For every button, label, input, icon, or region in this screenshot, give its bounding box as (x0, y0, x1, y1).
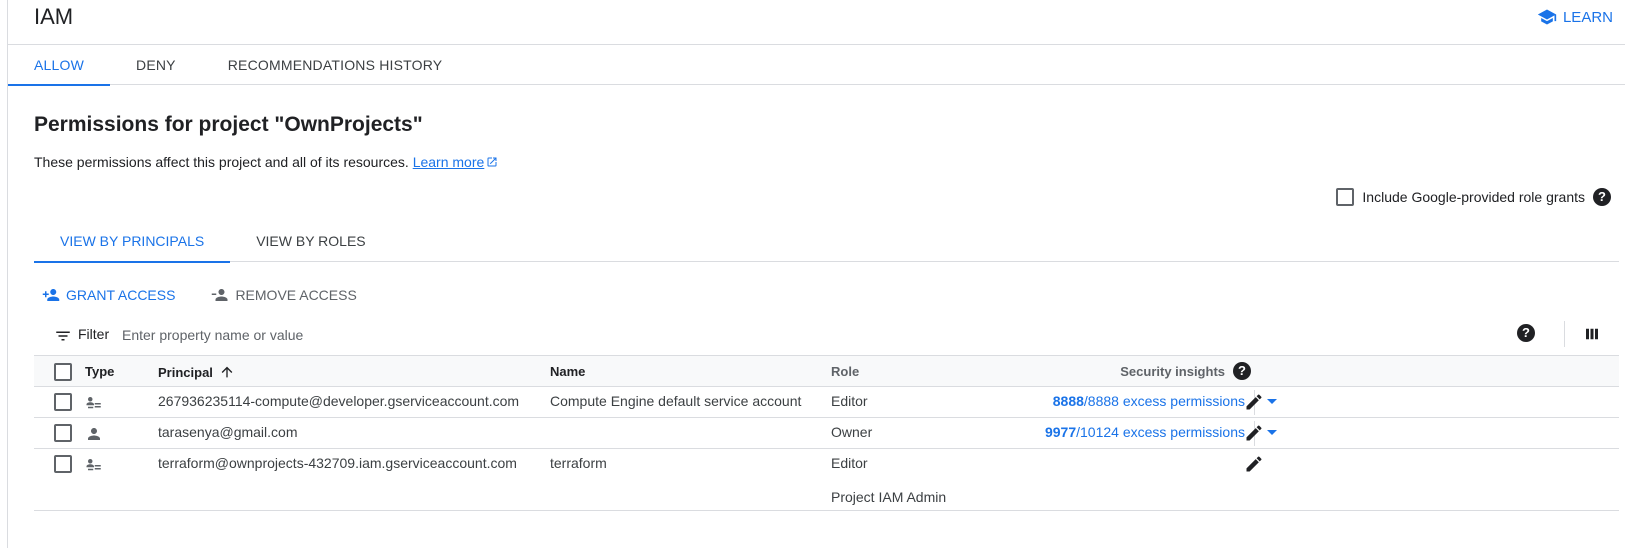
description-text: These permissions affect this project an… (34, 154, 409, 170)
person-remove-icon (212, 289, 228, 301)
open-in-new-icon (487, 157, 497, 167)
top-tabs: ALLOW DENY RECOMMENDATIONS HISTORY (8, 45, 1625, 86)
excess-permissions-link[interactable]: 9977/10124 excess permissions (1045, 424, 1245, 440)
column-display-icon[interactable] (1583, 325, 1601, 343)
learn-more-link[interactable]: Learn more (413, 154, 485, 170)
iam-page: IAM LEARN ALLOW DENY RECOMMENDATIONS HIS… (0, 0, 1625, 548)
remove-access-button[interactable]: REMOVE ACCESS (211, 286, 357, 304)
header-role: Role (831, 364, 860, 379)
principal-name: terraform (550, 455, 607, 471)
page-title: Permissions for project "OwnProjects" (34, 113, 423, 136)
learn-button[interactable]: LEARN (1537, 7, 1613, 27)
page-description: These permissions affect this project an… (34, 154, 498, 170)
left-rail (0, 0, 8, 548)
person-add-icon (42, 289, 60, 301)
tab-view-by-roles[interactable]: VIEW BY ROLES (230, 222, 391, 262)
service-account-icon (86, 459, 101, 471)
caret-down-icon[interactable] (1267, 399, 1277, 404)
principal-email: terraform@ownprojects-432709.iam.gservic… (158, 455, 517, 471)
header-principal-label: Principal (158, 365, 213, 380)
grant-access-button[interactable]: GRANT ACCESS (42, 286, 175, 304)
excess-count: 8888 (1052, 393, 1084, 409)
principal-role: Editor (831, 455, 868, 471)
filter-divider (1564, 321, 1565, 347)
row-checkbox[interactable] (54, 424, 72, 442)
tab-view-by-principals[interactable]: VIEW BY PRINCIPALS (34, 222, 231, 263)
actions-bar: GRANT ACCESS REMOVE ACCESS (42, 286, 357, 304)
filter-icon (56, 331, 70, 341)
table-row: 267936235114-compute@developer.gservicea… (34, 387, 1619, 418)
tab-recommendations-history[interactable]: RECOMMENDATIONS HISTORY (202, 45, 469, 85)
excess-count: 9977 (1044, 424, 1077, 440)
principal-email: 267936235114-compute@developer.gservicea… (158, 393, 520, 409)
row-checkbox[interactable] (54, 393, 72, 411)
edit-icon[interactable] (1244, 392, 1264, 412)
arrow-up-icon (221, 366, 233, 378)
learn-label: LEARN (1562, 8, 1613, 26)
tab-deny[interactable]: DENY (110, 45, 202, 85)
header-principal[interactable]: Principal (158, 364, 235, 380)
filter-input[interactable] (120, 321, 720, 349)
principal-role: Owner (831, 424, 873, 440)
page-header-title: IAM (34, 4, 74, 29)
edit-icon[interactable] (1244, 454, 1264, 474)
service-account-icon (86, 397, 101, 409)
security-help-icon[interactable]: ? (1233, 362, 1251, 380)
tab-allow[interactable]: ALLOW (8, 45, 111, 86)
select-all-checkbox[interactable] (54, 363, 72, 381)
header: IAM LEARN (8, 0, 1625, 45)
help-icon[interactable]: ? (1593, 188, 1611, 206)
excess-permissions-link[interactable]: 8888/8888 excess permissions (1053, 393, 1245, 409)
excess-rest: /10124 excess permissions (1076, 424, 1245, 440)
table-row: tarasenya@gmail.com Owner 9977/10124 exc… (34, 418, 1619, 449)
sub-tabs: VIEW BY PRINCIPALS VIEW BY ROLES (34, 222, 1619, 263)
table-header: Type Principal Name Role Security insigh… (34, 355, 1619, 387)
edit-icon[interactable] (1244, 423, 1264, 443)
principal-name: Compute Engine default service account (550, 393, 802, 409)
include-google-grants-label: Include Google-provided role grants (1362, 189, 1585, 205)
caret-down-icon[interactable] (1267, 430, 1277, 435)
filter-bar: Filter ? (34, 319, 1619, 355)
remove-access-label: REMOVE ACCESS (235, 287, 357, 303)
principal-email: tarasenya@gmail.com (158, 424, 298, 440)
excess-rest: /8888 excess permissions (1083, 393, 1245, 409)
table-row: terraform@ownprojects-432709.iam.gservic… (34, 449, 1619, 511)
principal-role-secondary: Project IAM Admin (831, 489, 947, 505)
filter-help-icon[interactable]: ? (1517, 324, 1535, 342)
header-security-insights: Security insights ? (1120, 362, 1251, 380)
header-security-label: Security insights (1120, 363, 1225, 379)
include-google-grants-checkbox[interactable] (1336, 188, 1355, 206)
row-checkbox[interactable] (54, 455, 72, 473)
grant-access-label: GRANT ACCESS (66, 287, 176, 303)
include-google-grants: Include Google-provided role grants ? (1336, 188, 1611, 206)
principal-role: Editor (831, 393, 868, 409)
person-icon (88, 428, 100, 440)
header-type: Type (85, 364, 115, 379)
header-name: Name (550, 364, 586, 379)
filter-label: Filter (78, 326, 110, 342)
school-icon (1537, 9, 1557, 25)
principals-table: Type Principal Name Role Security insigh… (34, 355, 1619, 511)
